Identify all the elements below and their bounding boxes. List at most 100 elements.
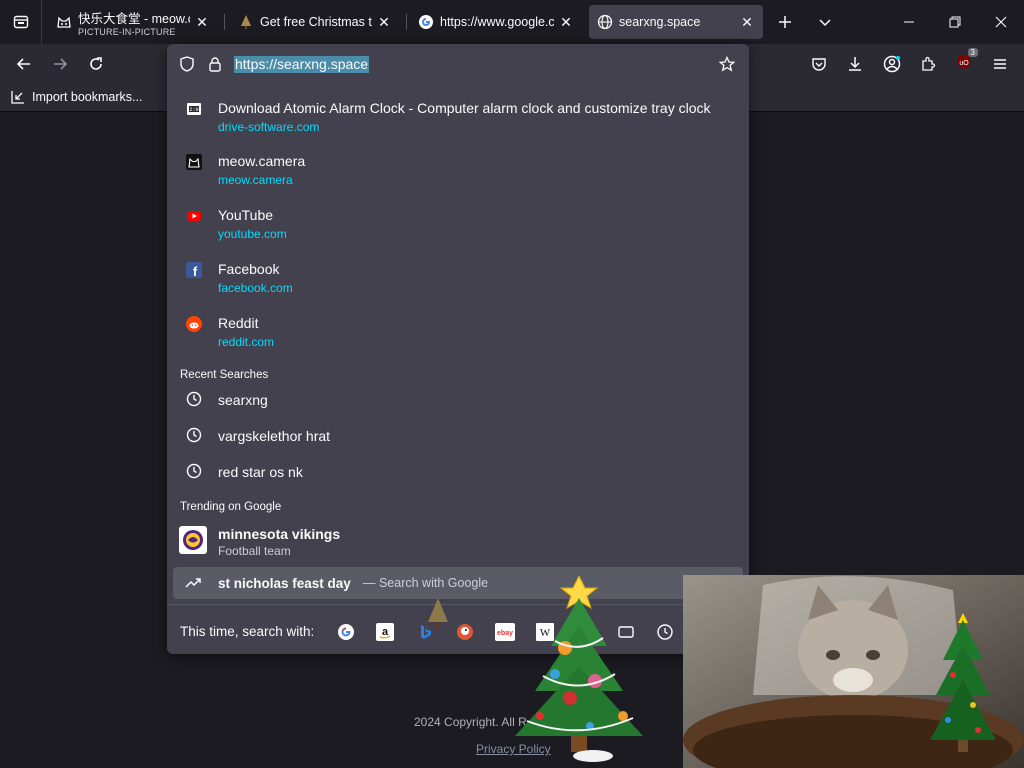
one-off-search-bar: This time, search with: a ebay W xyxy=(167,604,749,654)
recent-search-text: red star os nk xyxy=(218,464,303,480)
pocket-button[interactable] xyxy=(803,48,835,80)
close-icon xyxy=(995,16,1007,28)
tab-christmas-tree[interactable]: Get free Christmas tree ✕ xyxy=(230,5,400,39)
selected-search-row[interactable]: st nicholas feast day — Search with Goog… xyxy=(173,567,743,599)
suggestion-row[interactable]: meow.camera meow.camera xyxy=(173,151,743,191)
tab-title: 快乐大食堂 - meow.camera xyxy=(78,11,190,26)
history-icon xyxy=(185,426,203,444)
christmas-tree-decoration xyxy=(515,576,643,762)
google-icon xyxy=(418,14,434,30)
suggestion-title: meow.camera xyxy=(218,153,306,169)
copyright-text: 2024 Copyright. All R xyxy=(414,715,527,729)
restore-button[interactable] xyxy=(932,0,978,44)
import-icon xyxy=(11,91,24,104)
svg-text:uO: uO xyxy=(959,60,969,67)
tree-icon xyxy=(238,14,254,30)
download-icon xyxy=(849,57,861,71)
forward-button[interactable] xyxy=(44,48,76,80)
lock-icon[interactable] xyxy=(207,56,223,72)
google-icon[interactable] xyxy=(335,621,357,643)
amazon-icon[interactable]: a xyxy=(374,621,396,643)
suggestion-row[interactable]: 12:00 Download Atomic Alarm Clock - Comp… xyxy=(173,98,743,138)
minimize-button[interactable] xyxy=(886,0,932,44)
import-bookmarks-button[interactable]: Import bookmarks... xyxy=(10,89,142,105)
history-icon[interactable] xyxy=(654,621,676,643)
cat-icon xyxy=(185,153,203,171)
tab-strip: 快乐大食堂 - meow.camera PICTURE-IN-PICTURE ✕… xyxy=(0,0,1024,44)
ebay-icon[interactable]: ebay xyxy=(494,621,516,643)
close-window-button[interactable] xyxy=(978,0,1024,44)
suggestion-title: Facebook xyxy=(218,261,280,277)
close-tab-icon[interactable]: ✕ xyxy=(558,14,574,30)
tracking-protection-icon[interactable] xyxy=(179,56,195,72)
youtube-icon xyxy=(185,207,203,225)
suggestion-title: Reddit xyxy=(218,315,259,331)
tab-separator xyxy=(406,14,407,30)
recent-search-row[interactable]: searxng xyxy=(173,390,743,416)
recent-searches-heading: Recent Searches xyxy=(180,369,269,381)
svg-text:12:00: 12:00 xyxy=(186,107,201,113)
trending-title: minnesota vikings xyxy=(218,526,341,542)
tab-title: searxng.space xyxy=(619,15,701,29)
recent-search-row[interactable]: red star os nk xyxy=(173,462,743,488)
url-input[interactable]: https://searxng.space xyxy=(167,44,749,84)
import-bookmarks-label: Import bookmarks... xyxy=(32,90,143,104)
extensions-button[interactable] xyxy=(912,48,944,80)
firefox-view-button[interactable] xyxy=(0,0,42,44)
downloads-button[interactable] xyxy=(839,48,871,80)
christmas-tree-decoration xyxy=(930,613,996,752)
recent-search-text: searxng xyxy=(218,392,268,408)
ublock-button[interactable]: uO 3 xyxy=(948,47,980,80)
firefox-view-icon xyxy=(13,15,28,29)
christmas-tree-decoration xyxy=(428,598,448,627)
trending-heading: Trending on Google xyxy=(180,501,282,513)
reload-icon xyxy=(90,57,102,70)
arrow-left-icon xyxy=(16,58,30,70)
suggestion-url: meow.camera xyxy=(218,173,293,187)
tab-subtitle: PICTURE-IN-PICTURE xyxy=(78,26,176,37)
picture-in-picture-video[interactable] xyxy=(683,575,1024,768)
menu-button[interactable] xyxy=(984,48,1016,80)
back-button[interactable] xyxy=(8,48,40,80)
plus-icon xyxy=(779,16,791,28)
close-tab-icon[interactable]: ✕ xyxy=(739,14,755,30)
history-icon xyxy=(185,462,203,480)
history-icon xyxy=(185,390,203,408)
suggestion-url: youtube.com xyxy=(218,227,287,241)
tab-title: Get free Christmas tree xyxy=(260,15,372,29)
urlbar-dropdown: https://searxng.space 12:00 Download Ato… xyxy=(167,44,749,654)
chevron-down-icon xyxy=(819,19,831,27)
one-off-label: This time, search with: xyxy=(180,624,315,639)
vikings-logo-icon xyxy=(179,526,207,554)
recent-search-text: vargskelethor hrat xyxy=(218,428,331,444)
recent-search-row[interactable]: vargskelethor hrat xyxy=(173,426,743,452)
reload-button[interactable] xyxy=(80,48,112,80)
pocket-icon xyxy=(812,58,826,71)
restore-icon xyxy=(949,16,961,28)
list-all-tabs-button[interactable] xyxy=(802,0,848,44)
arrow-right-icon xyxy=(54,58,68,70)
duckduckgo-icon[interactable] xyxy=(454,621,476,643)
suggestion-url: drive-software.com xyxy=(218,120,320,134)
bookmark-star-icon[interactable] xyxy=(719,56,735,72)
svg-text:f: f xyxy=(193,264,198,278)
minimize-icon xyxy=(904,21,914,23)
tab-google[interactable]: https://www.google.com ✕ xyxy=(410,5,582,39)
url-text[interactable]: https://searxng.space xyxy=(234,56,370,73)
tab-meow-camera[interactable]: 快乐大食堂 - meow.camera PICTURE-IN-PICTURE ✕ xyxy=(48,5,218,39)
account-icon xyxy=(883,55,901,73)
suggestion-row[interactable]: f Facebook facebook.com xyxy=(173,259,743,299)
globe-icon xyxy=(597,14,613,30)
trending-row[interactable]: minnesota vikings Football team xyxy=(173,516,743,560)
close-tab-icon[interactable]: ✕ xyxy=(194,14,210,30)
tab-searxng[interactable]: searxng.space ✕ xyxy=(589,5,763,39)
suggestion-row[interactable]: Reddit reddit.com xyxy=(173,313,743,353)
svg-text:a: a xyxy=(382,626,389,638)
suggestion-row[interactable]: YouTube youtube.com xyxy=(173,205,743,245)
clock-app-icon: 12:00 xyxy=(185,100,203,118)
tab-separator xyxy=(224,14,225,30)
account-button[interactable] xyxy=(876,48,908,80)
trending-arrow-icon xyxy=(185,575,201,596)
tab-title: https://www.google.com xyxy=(440,15,554,29)
close-tab-icon[interactable]: ✕ xyxy=(376,14,392,30)
